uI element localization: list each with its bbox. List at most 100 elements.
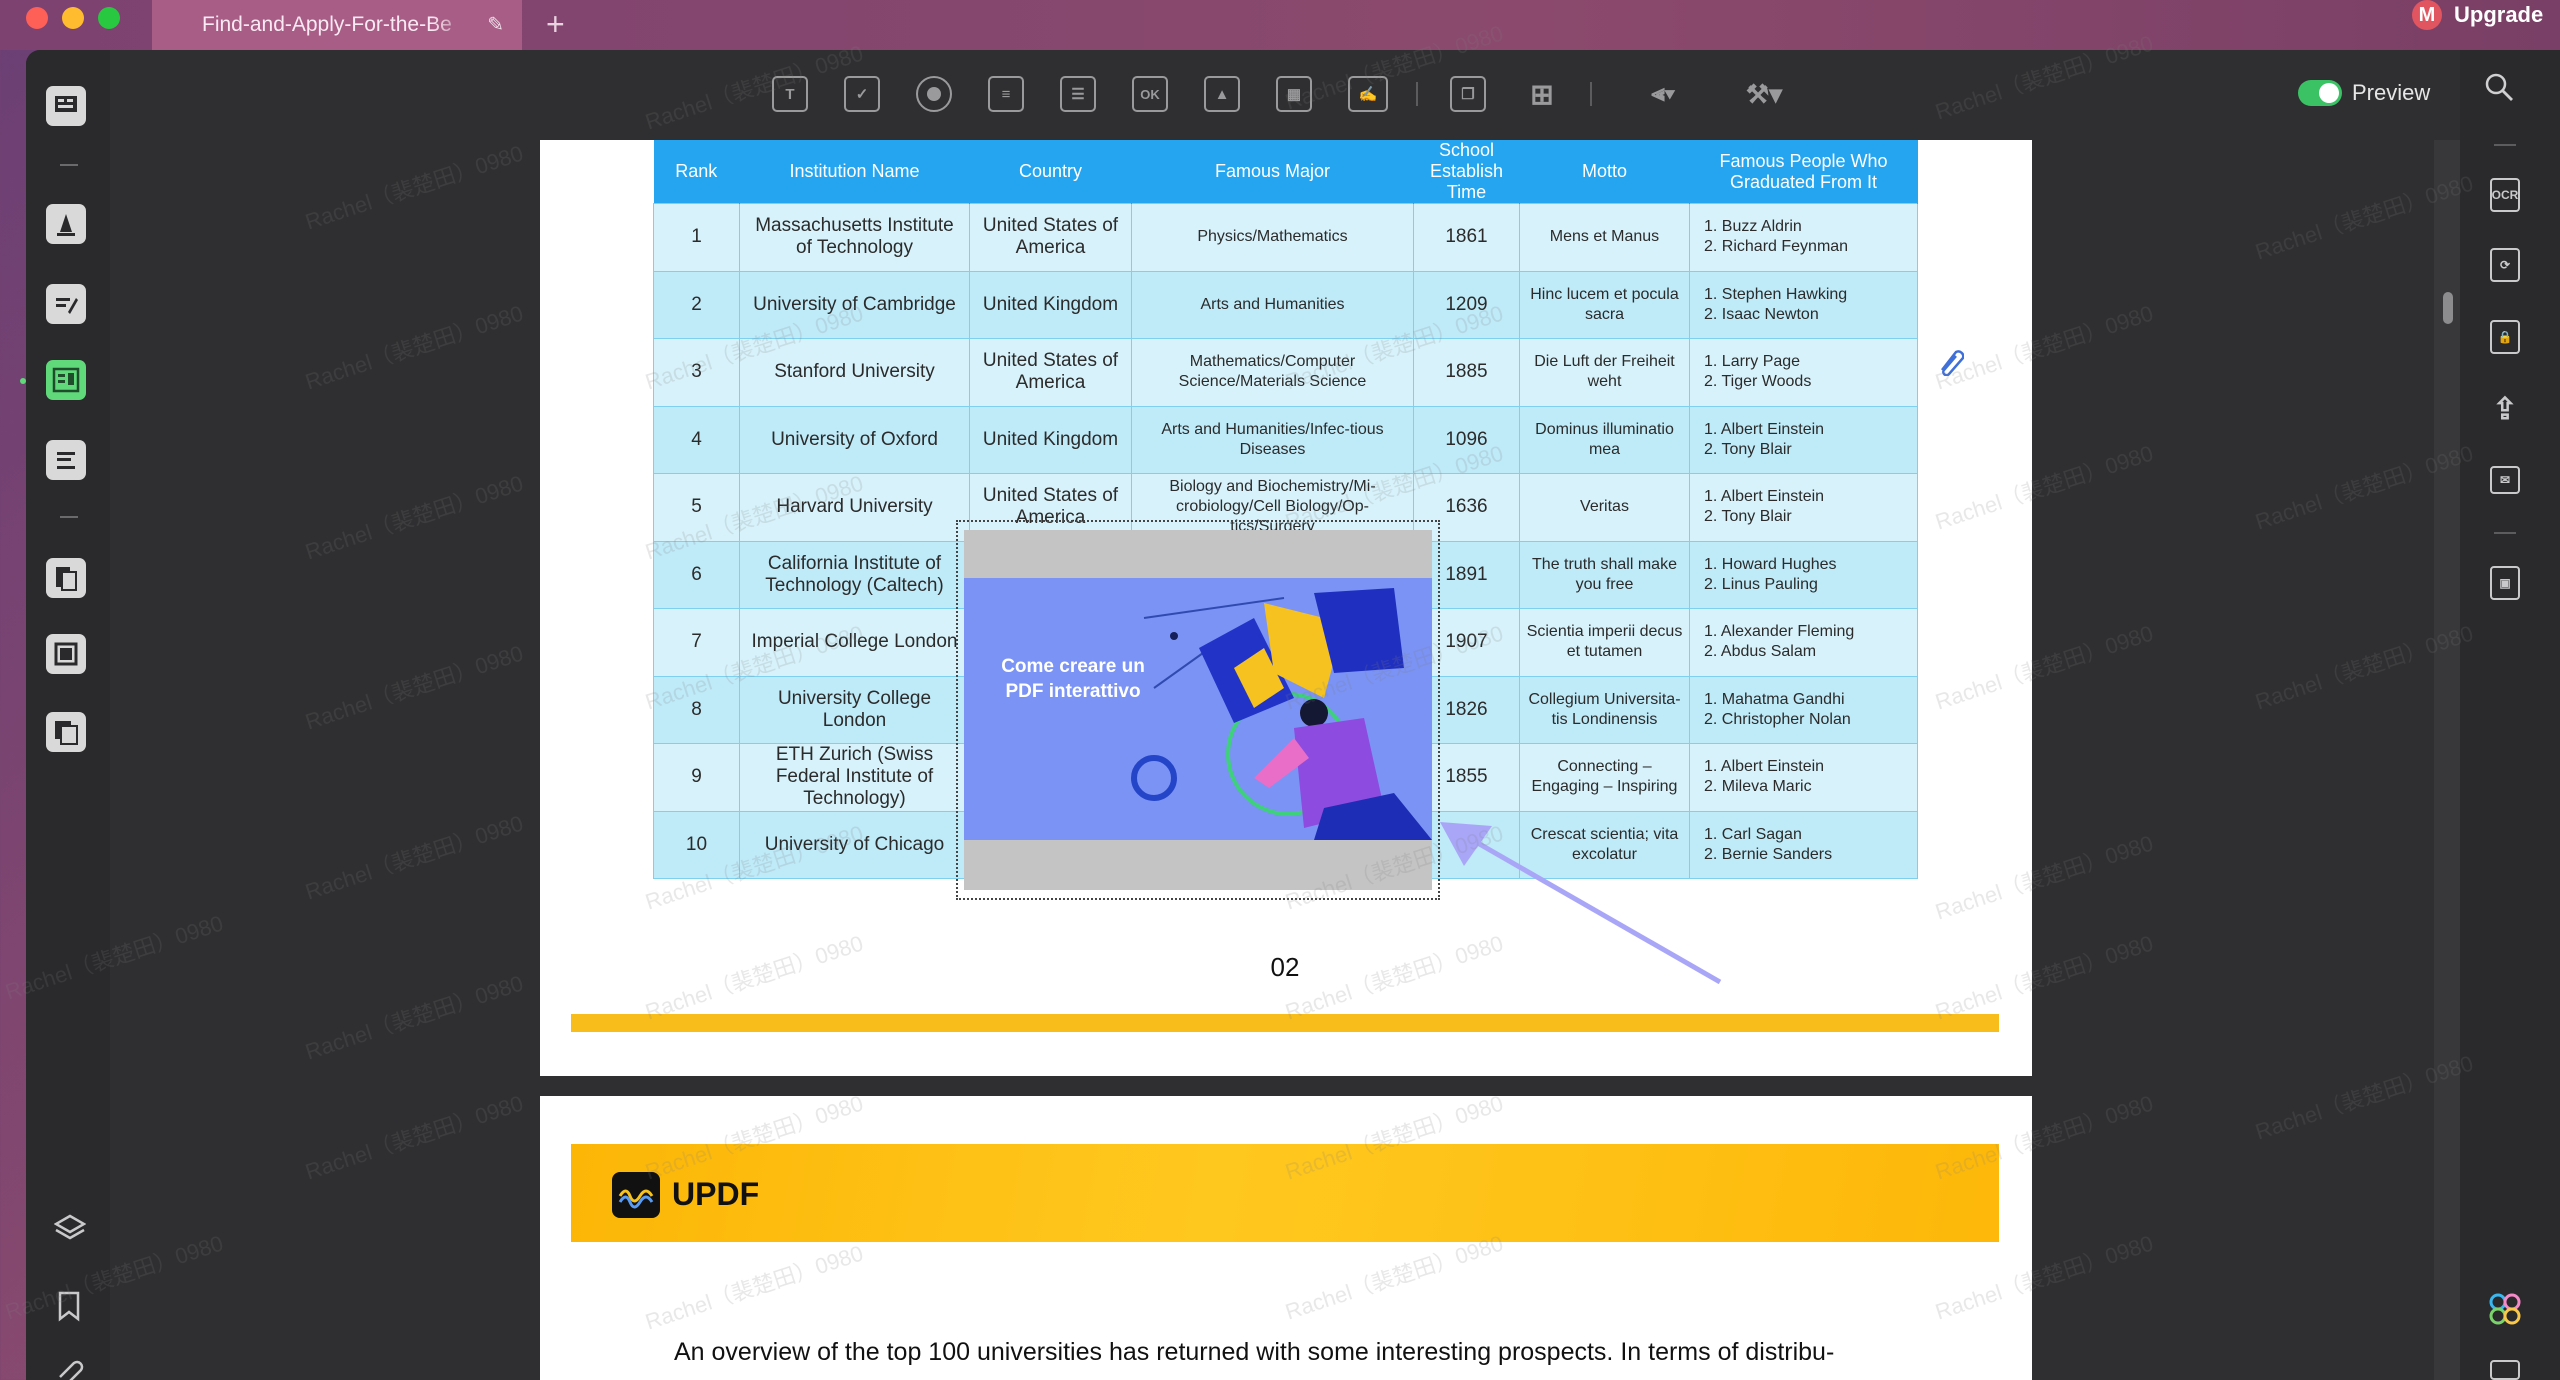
bookmark-icon[interactable] <box>56 1290 84 1329</box>
rename-pencil-icon[interactable]: ✎ <box>487 12 504 37</box>
search-icon[interactable] <box>2484 72 2514 102</box>
cell-rank: 3 <box>653 338 740 407</box>
attachment-icon[interactable] <box>54 1356 86 1380</box>
person-1: 1. Alexander Fleming <box>1704 623 1855 641</box>
avatar[interactable]: M <box>2412 0 2442 30</box>
scrollbar-thumb[interactable] <box>2443 292 2453 324</box>
cell-rank: 5 <box>653 473 740 542</box>
header-institution: Institution Name <box>739 140 970 204</box>
cell-motto: Scientia imperii decus et tutamen <box>1519 608 1690 677</box>
person-1: 1. Howard Hughes <box>1704 555 1837 573</box>
cell-motto: Hinc lucem et pocula sacra <box>1519 270 1690 339</box>
header-famous-people: Famous People Who Graduated From It <box>1689 140 1918 204</box>
dropdown-icon[interactable]: ≡ <box>988 76 1024 112</box>
header-country: Country <box>969 140 1132 204</box>
ai-icon[interactable] <box>2488 1292 2522 1326</box>
cell-establish: 1885 <box>1413 338 1520 407</box>
page-gap <box>540 1076 2032 1096</box>
cell-famous-people: 1. Larry Page 2. Tiger Woods <box>1689 338 1918 407</box>
table-row: 1 Massachusetts Institute of Technology … <box>653 203 1918 272</box>
cell-institution: University of Oxford <box>739 405 970 474</box>
cell-country: United Kingdom <box>969 405 1132 474</box>
person-2: 2. Tiger Woods <box>1704 373 1812 391</box>
checkbox-icon[interactable]: ✓ <box>844 76 880 112</box>
organize-icon[interactable] <box>44 556 88 600</box>
body-paragraph: An overview of the top 100 universities … <box>674 1338 1835 1366</box>
comment-icon[interactable] <box>44 202 88 246</box>
minimize-window-button[interactable] <box>62 7 84 29</box>
edit-icon[interactable] <box>44 282 88 326</box>
align-icon[interactable]: ⫷▾ <box>1638 76 1688 112</box>
crop-icon[interactable] <box>44 632 88 676</box>
more-panel-icon[interactable] <box>2490 1360 2520 1380</box>
image-field-icon[interactable]: ▲ <box>1204 76 1240 112</box>
date-field-icon[interactable]: ▦ <box>1276 76 1312 112</box>
cell-famous-people: 1. Buzz Aldrin 2. Richard Feynman <box>1689 203 1918 272</box>
table-row: 4 University of Oxford United Kingdom Ar… <box>653 405 1918 474</box>
new-tab-button[interactable]: + <box>546 6 565 43</box>
cell-famous-people: 1. Albert Einstein 2. Tony Blair <box>1689 473 1918 542</box>
save-icon[interactable]: ▣ <box>2490 566 2520 600</box>
person-2: 2. Abdus Salam <box>1704 643 1817 661</box>
active-indicator <box>20 378 26 384</box>
header-major: Famous Major <box>1131 140 1414 204</box>
cell-country: United Kingdom <box>969 270 1132 339</box>
person-2: 2. Linus Pauling <box>1704 575 1818 593</box>
cell-rank: 9 <box>653 743 740 812</box>
header-rank: Rank <box>653 140 740 204</box>
person-1: 1. Mahatma Gandhi <box>1704 690 1845 708</box>
cell-institution: Imperial College London <box>739 608 970 677</box>
radio-button-icon[interactable] <box>916 76 952 112</box>
toolbar-divider <box>1416 82 1418 106</box>
page-number: 02 <box>1270 952 1300 982</box>
cell-rank: 2 <box>653 270 740 339</box>
cell-famous-people: 1. Alexander Fleming 2. Abdus Salam <box>1689 608 1918 677</box>
cell-motto: Die Luft der Freiheit weht <box>1519 338 1690 407</box>
close-window-button[interactable] <box>26 7 48 29</box>
ocr-icon[interactable]: OCR <box>2490 178 2520 212</box>
form-pages-icon[interactable]: ❐ <box>1450 76 1486 112</box>
person-2: 2. Richard Feynman <box>1704 238 1849 256</box>
convert-icon[interactable] <box>44 710 88 754</box>
table-row: 3 Stanford University United States of A… <box>653 338 1918 407</box>
email-icon[interactable]: ✉ <box>2490 466 2520 494</box>
zoom-window-button[interactable] <box>98 7 120 29</box>
share-icon[interactable]: ⇪ <box>2490 392 2520 426</box>
list-box-icon[interactable]: ☰ <box>1060 76 1096 112</box>
cell-motto: The truth shall make you free <box>1519 540 1690 609</box>
document-tab[interactable]: Find-and-Apply-For-the-Be ✎ <box>152 0 522 50</box>
signature-field-icon[interactable]: ✍ <box>1348 76 1388 112</box>
layers-icon[interactable] <box>53 1212 87 1251</box>
cell-major: Arts and Humanities <box>1131 270 1414 339</box>
cell-famous-people: 1. Stephen Hawking 2. Isaac Newton <box>1689 270 1918 339</box>
button-ok-icon[interactable]: OK <box>1132 76 1168 112</box>
person-2: 2. Tony Blair <box>1704 508 1792 526</box>
form-icon[interactable] <box>44 358 88 402</box>
title-bar: Find-and-Apply-For-the-Be ✎ + M Upgrade <box>0 0 2560 50</box>
text-field-icon[interactable]: T <box>772 76 808 112</box>
attachment-annotation-icon[interactable] <box>1934 342 1964 376</box>
sign-icon[interactable] <box>44 438 88 482</box>
vertical-scrollbar[interactable] <box>2434 140 2460 1380</box>
person-1: 1. Albert Einstein <box>1704 758 1825 776</box>
upgrade-button[interactable]: Upgrade <box>2454 2 2543 28</box>
cell-major: Mathematics/Computer Science/Materials S… <box>1131 338 1414 407</box>
video-selection-frame[interactable] <box>956 520 1440 900</box>
preview-toggle[interactable] <box>2298 80 2342 106</box>
cell-major: Arts and Humanities/Infec-tious Diseases <box>1131 405 1414 474</box>
pointer-arrow <box>1440 822 1722 985</box>
cell-institution: Harvard University <box>739 473 970 542</box>
protect-icon[interactable]: 🔒 <box>2490 320 2520 354</box>
cell-rank: 10 <box>653 810 740 879</box>
person-1: 1. Larry Page <box>1704 353 1801 371</box>
cell-country: United States of America <box>969 203 1132 272</box>
cell-establish: 1096 <box>1413 405 1520 474</box>
grid-layout-icon[interactable]: ⊞ <box>1522 76 1562 112</box>
cell-rank: 4 <box>653 405 740 474</box>
form-tools-icon[interactable]: ⚒▾ <box>1736 76 1792 112</box>
cell-institution: University College London <box>739 675 970 744</box>
convert-file-icon[interactable]: ⟳ <box>2490 248 2520 282</box>
cell-motto: Mens et Manus <box>1519 203 1690 272</box>
table-header-row: Rank Institution Name Country Famous Maj… <box>653 140 1918 204</box>
reader-icon[interactable] <box>44 84 88 128</box>
